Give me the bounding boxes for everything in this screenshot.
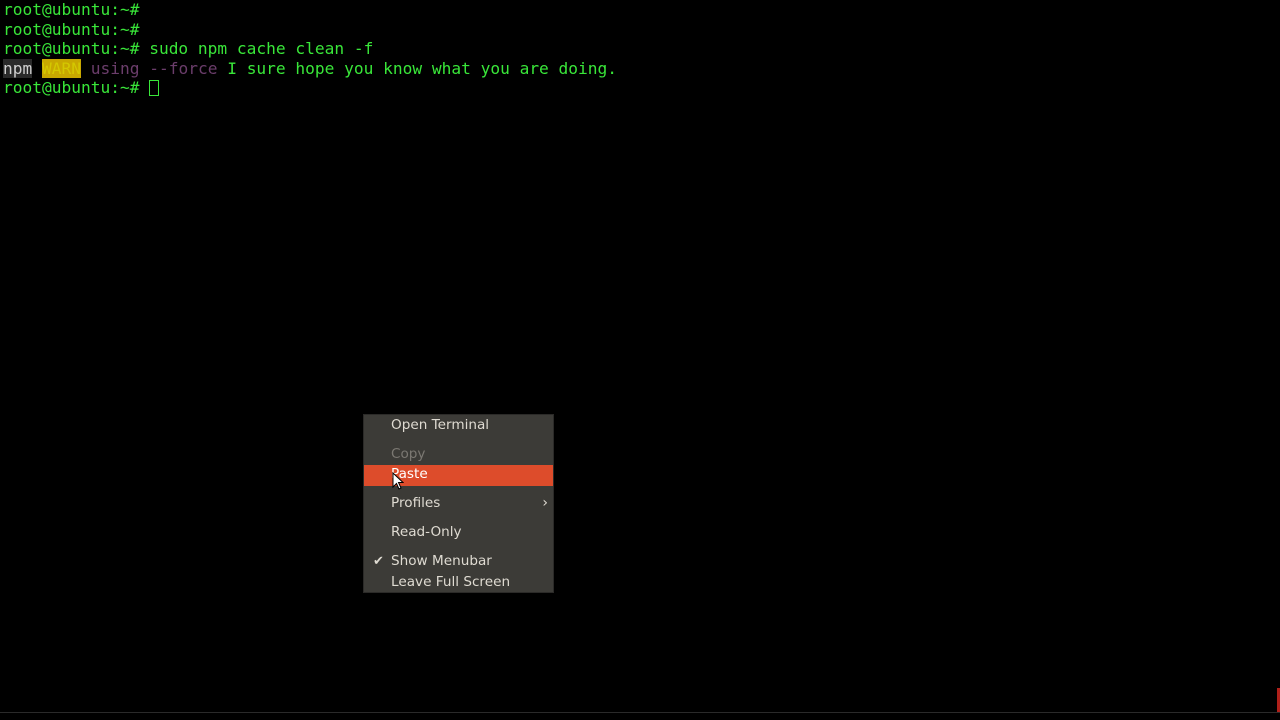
menu-item-read-only[interactable]: Read-Only <box>364 522 553 543</box>
menu-item-label: Profiles <box>391 495 441 511</box>
shell-prompt: root@ubuntu:~# <box>3 39 140 58</box>
terminal-line: root@ubuntu:~# sudo npm cache clean -f <box>3 39 373 59</box>
menu-item-copy[interactable]: Copy <box>364 444 553 465</box>
shell-command: sudo npm cache clean -f <box>139 39 374 58</box>
mouse-pointer-icon <box>392 472 404 490</box>
menu-item-label: Read-Only <box>391 524 462 540</box>
text-cursor <box>149 80 160 96</box>
terminal-window[interactable]: root@ubuntu:~# root@ubuntu:~# root@ubunt… <box>0 0 1280 712</box>
menu-item-label: Leave Full Screen <box>391 574 511 590</box>
window-bottom-edge <box>0 712 1280 720</box>
warn-force-flag: --force <box>149 58 218 78</box>
terminal-input-line[interactable]: root@ubuntu:~# <box>3 78 160 98</box>
menu-item-open-terminal[interactable]: Open Terminal <box>364 415 553 436</box>
npm-warning-line: npm WARN using --force I sure hope you k… <box>3 58 618 79</box>
terminal-line: root@ubuntu:~# <box>3 0 139 20</box>
warn-using-text: using <box>80 58 150 78</box>
npm-tag: npm <box>3 58 33 78</box>
menu-item-show-menubar[interactable]: ✔ Show Menubar <box>364 551 553 572</box>
chevron-right-icon: › <box>542 495 548 511</box>
terminal-line: root@ubuntu:~# <box>3 20 139 40</box>
menu-item-label: Show Menubar <box>391 553 492 569</box>
shell-prompt: root@ubuntu:~# <box>3 0 140 19</box>
menu-item-leave-full-screen[interactable]: Leave Full Screen <box>364 572 553 593</box>
shell-prompt: root@ubuntu:~# <box>3 19 140 39</box>
shell-prompt: root@ubuntu:~# <box>3 78 140 97</box>
menu-item-label: Copy <box>391 446 426 462</box>
menu-item-profiles[interactable]: Profiles › <box>364 493 553 514</box>
warn-message: I sure hope you know what you are doing. <box>217 58 618 78</box>
menu-item-label: Open Terminal <box>391 417 490 433</box>
warn-badge: WARN <box>42 58 81 78</box>
context-menu: Open Terminal Copy Paste Profiles › Read-… <box>363 414 554 593</box>
check-icon: ✔ <box>373 554 384 569</box>
